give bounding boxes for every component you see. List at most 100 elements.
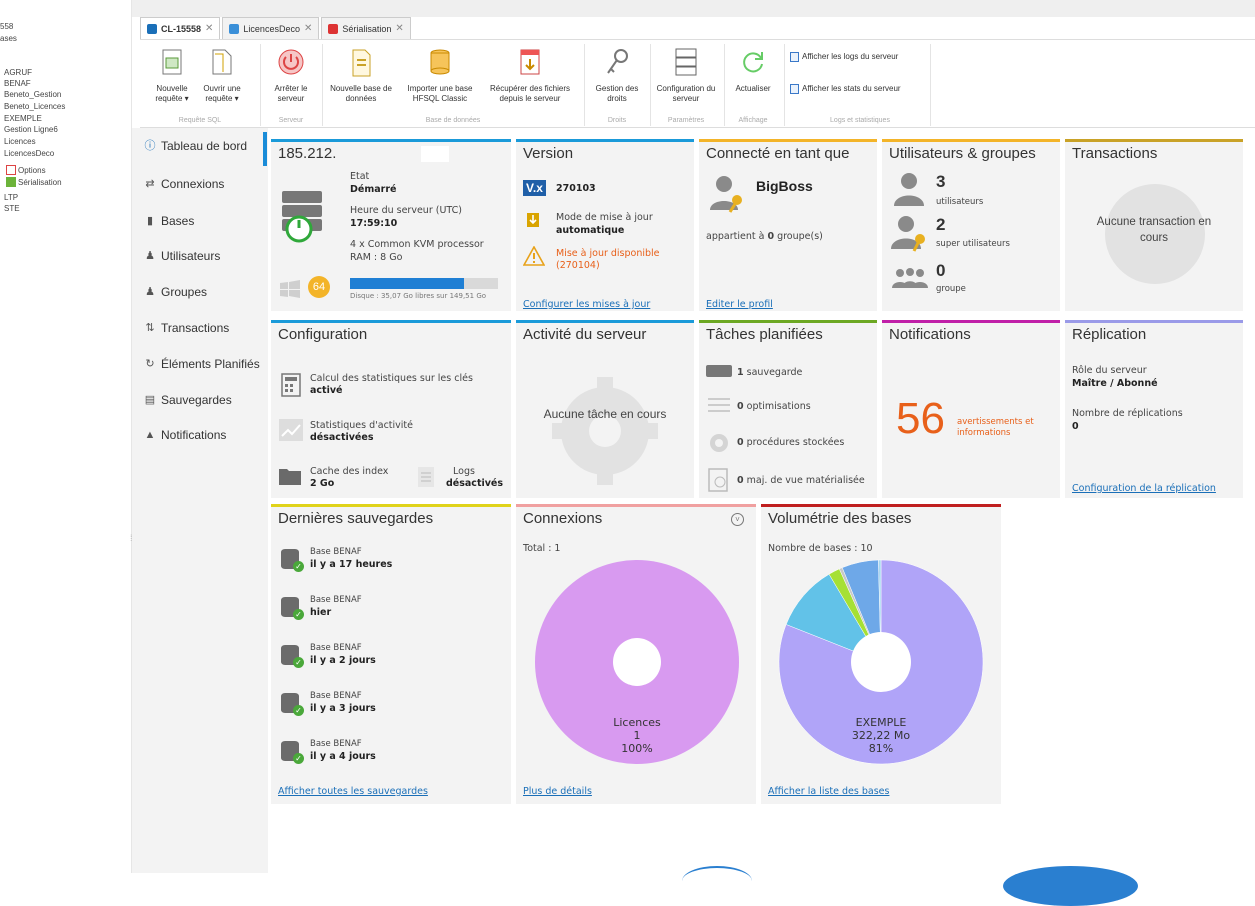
splitter-handle[interactable]: ⁞: [130, 533, 133, 543]
configuration-title: Configuration: [278, 326, 368, 343]
tab-3[interactable]: Sérialisation ✕: [321, 17, 411, 39]
refresh-icon: [738, 46, 768, 80]
tab-label: Sérialisation: [342, 23, 392, 34]
nav-item-7[interactable]: ↻ Éléments Planifiés: [144, 357, 260, 371]
tree-item[interactable]: 558: [0, 22, 13, 31]
tree-item[interactable]: BENAF: [4, 79, 31, 88]
task-label: procédures stockées: [746, 437, 845, 448]
user-key-icon: [707, 174, 747, 217]
tree-item[interactable]: Sérialisation: [18, 178, 62, 187]
database-backup-icon: ✓: [281, 597, 304, 620]
tab-2[interactable]: LicencesDeco ✕: [222, 17, 320, 39]
log-icon: [790, 52, 799, 62]
tab-1[interactable]: CL-15558 ✕: [140, 17, 221, 39]
server-config-button[interactable]: Configuration du serveur: [652, 46, 720, 104]
task-label: optimisations: [746, 401, 811, 412]
nav-item-6[interactable]: ⇅ Transactions: [144, 321, 229, 335]
database-backup-icon: ✓: [281, 549, 304, 572]
database-tree[interactable]: 558 ases AGRUF BENAF Beneto_Gestion Beneto_Li…: [0, 0, 132, 873]
procedures-icon: [707, 431, 731, 458]
open-query-button[interactable]: Ouvrir une requête ▾: [200, 46, 244, 104]
nav-item-3[interactable]: ▮ Bases: [144, 214, 194, 228]
new-query-button[interactable]: Nouvelle requête ▾: [150, 46, 194, 104]
decorative-arc: [682, 866, 752, 896]
update-mode-icon: [526, 212, 540, 228]
nav-icon: ▤: [144, 394, 156, 406]
nav-item-8[interactable]: ▤ Sauvegardes: [144, 393, 232, 407]
tree-item[interactable]: Beneto_Gestion: [4, 90, 61, 99]
nav-item-2[interactable]: ⇄ Connexions: [144, 177, 224, 191]
nav-label: Éléments Planifiés: [161, 357, 260, 371]
nav-icon: ♟: [145, 250, 155, 262]
chevron-down-icon[interactable]: ˅: [731, 513, 744, 526]
tree-item[interactable]: EXEMPLE: [4, 114, 42, 123]
close-icon[interactable]: ✕: [304, 23, 312, 34]
refresh-button[interactable]: Actualiser: [728, 46, 778, 94]
more-details-link[interactable]: Plus de détails: [523, 786, 592, 797]
show-stats-button[interactable]: Afficher les stats du serveur: [790, 84, 901, 94]
database-backup-icon: ✓: [281, 693, 304, 716]
tree-item[interactable]: LicencesDeco: [4, 149, 54, 158]
tree-item[interactable]: ases: [0, 34, 17, 43]
nav-icon: ⇅: [145, 322, 155, 334]
configure-updates-link[interactable]: Configurer les mises à jour: [523, 299, 650, 310]
new-database-icon: [346, 46, 376, 80]
close-icon[interactable]: ✕: [205, 23, 213, 34]
show-logs-button[interactable]: Afficher les logs du serveur: [790, 52, 898, 62]
nav-icon: ⇄: [145, 178, 155, 190]
backup-base: Base BENAF: [310, 739, 362, 749]
decorative-shape: [1003, 866, 1138, 906]
notifications-count: 56: [896, 394, 945, 443]
tree-item[interactable]: STE: [4, 204, 20, 213]
super-user-icon: [890, 215, 928, 256]
close-icon[interactable]: ✕: [395, 23, 403, 34]
activity-stats-value: désactivées: [310, 432, 374, 443]
manage-rights-button[interactable]: Gestion des droits: [588, 46, 646, 104]
no-transactions-text: Aucune transaction en cours: [1096, 216, 1212, 244]
backups-card: Dernières sauvegardes ✓ Base BENAF il y a …: [271, 504, 511, 804]
groups-suffix: groupe(s): [774, 231, 823, 242]
redacted-block: [421, 146, 449, 162]
replication-config-link[interactable]: Configuration de la réplication: [1072, 483, 1216, 494]
tree-item[interactable]: Options: [18, 166, 46, 175]
check-icon: ✓: [293, 753, 304, 764]
ribbon-separator: [724, 44, 725, 126]
groups-label: groupe: [936, 284, 966, 294]
edit-profile-link[interactable]: Editer le profil: [706, 299, 773, 310]
tree-item[interactable]: Beneto_Licences: [4, 102, 65, 111]
new-database-button[interactable]: Nouvelle base de données: [326, 46, 396, 104]
backup-base: Base BENAF: [310, 691, 362, 701]
navigation-pane: ⓘ Tableau de bord ⇄ Connexions ▮ Bases ♟ Utilis…: [132, 128, 268, 873]
nav-label: Notifications: [161, 428, 227, 442]
volumetry-card: Volumétrie des bases Nombre de bases : 1…: [761, 504, 1001, 804]
pie-data-label: Licences: [613, 716, 661, 729]
database-list-link[interactable]: Afficher la liste des bases: [768, 786, 889, 797]
user-groups-text: appartient à 0 groupe(s): [706, 231, 823, 242]
nav-item-1[interactable]: ⓘ Tableau de bord: [144, 139, 248, 153]
tab-icon: [328, 23, 339, 34]
import-hfsql-button[interactable]: Importer une base HFSQL Classic: [400, 46, 480, 104]
nav-label: Transactions: [161, 321, 230, 335]
nav-item-9[interactable]: ▲ Notifications: [144, 428, 227, 442]
tree-item[interactable]: AGRUF: [4, 68, 32, 77]
tree-item[interactable]: Licences: [4, 137, 36, 146]
ribbon-separator: [322, 44, 323, 126]
all-backups-link[interactable]: Afficher toutes les sauvegardes: [278, 786, 428, 797]
stop-server-button[interactable]: Arrêter le serveur: [266, 46, 316, 104]
retrieve-files-button[interactable]: Récupérer des fichiers depuis le serveur: [480, 46, 580, 104]
connected-card: Connecté en tant que BigBoss appartient …: [699, 139, 877, 311]
task-count: 1: [737, 367, 744, 378]
pie-data-label: 100%: [621, 742, 652, 755]
backup-base: Base BENAF: [310, 595, 362, 605]
task-count: 0: [737, 401, 744, 412]
group-label-server: Serveur: [278, 117, 304, 124]
tree-item[interactable]: LTP: [4, 193, 18, 202]
nav-item-4[interactable]: ♟ Utilisateurs: [144, 249, 220, 263]
disk-info: Disque : 35,07 Go libres sur 149,51 Go: [350, 292, 487, 300]
tree-item[interactable]: Gestion Ligne6: [4, 125, 58, 134]
nav-item-5[interactable]: ♟ Groupes: [144, 285, 207, 299]
backup-time: il y a 2 jours: [310, 655, 376, 666]
backup-time: il y a 17 heures: [310, 559, 393, 570]
group-label-rights: Droits: [607, 117, 627, 124]
cpu-info: 4 x Common KVM processor: [350, 239, 484, 250]
